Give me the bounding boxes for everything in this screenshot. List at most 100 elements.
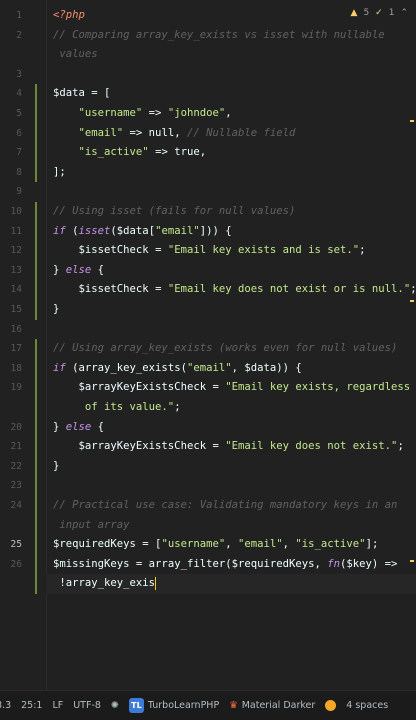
code-text: "is_active" => true,: [53, 143, 207, 163]
code-token: "Email key does not exist or is null.": [167, 283, 411, 296]
line-number: 25: [10, 539, 22, 551]
code-line[interactable]: 2 // Comparing array_key_exists vs isset …: [0, 26, 416, 46]
change-marker: [35, 456, 37, 477]
code-token: of its value.": [53, 401, 175, 413]
code-line[interactable]: 19 $arrayKeyExistsCheck = "Email key exi…: [0, 378, 416, 398]
code-editor[interactable]: 1 <?php 2 // Comparing array_key_exists vs …: [0, 0, 416, 690]
code-token: ,: [282, 538, 296, 551]
code-line[interactable]: 14 $issetCheck = "Email key does not exi…: [0, 280, 416, 300]
code-line[interactable]: 12 $issetCheck = "Email key exists and i…: [0, 241, 416, 261]
line-number: 3: [16, 68, 22, 80]
line-number: 21: [10, 441, 22, 453]
line-number: 15: [10, 304, 22, 315]
code-line[interactable]: 26 $missingKeys = array_filter($requiredK…: [0, 554, 416, 575]
theme-name: Material Darker: [241, 700, 316, 711]
plugin-widget[interactable]: TL TurboLearnPHP: [128, 698, 219, 713]
change-marker: [35, 496, 37, 516]
cursor-position[interactable]: 25:1: [21, 700, 42, 711]
line-number: 23: [10, 480, 22, 492]
code-token: "email": [155, 224, 200, 237]
code-line[interactable]: 23: [0, 476, 416, 496]
code-token: ;: [174, 401, 181, 413]
code-line[interactable]: input array: [0, 515, 416, 536]
code-text: }: [53, 457, 59, 477]
scrollbar[interactable]: [408, 0, 416, 690]
code-line[interactable]: !array_key_exis: [0, 574, 416, 594]
code-line[interactable]: of its value.";: [0, 398, 416, 418]
code-token: <?php: [53, 9, 85, 21]
code-text: "username" => "johndoe",: [53, 104, 232, 124]
code-line[interactable]: 6 "email" => null, // Nullable field: [0, 123, 416, 144]
code-text: $data = [: [53, 84, 110, 104]
code-line[interactable]: 9: [0, 182, 416, 202]
code-token: "johndoe": [167, 107, 226, 119]
code-line[interactable]: values: [0, 45, 416, 65]
code-text: } else {: [53, 261, 104, 281]
change-marker: [35, 221, 37, 242]
chevron-up-icon[interactable]: ⌃: [400, 8, 408, 18]
inspection-widget[interactable]: ▲ 5 ✓ 1 ⌃: [351, 8, 408, 18]
code-token: (array_key_exists(: [65, 361, 187, 374]
code-token: =: [206, 440, 226, 453]
code-token: (: [65, 224, 79, 237]
code-token: $data: [53, 87, 85, 100]
line-number: 13: [10, 264, 22, 276]
line-ending[interactable]: LF: [52, 700, 63, 711]
code-token: ];: [365, 538, 379, 551]
code-token: {: [91, 263, 105, 276]
code-line[interactable]: 24 // Practical use case: Validating mand…: [0, 496, 416, 516]
code-line[interactable]: 8];: [0, 162, 416, 183]
status-dot-icon[interactable]: [325, 700, 337, 711]
change-marker: [35, 300, 37, 320]
code-line[interactable]: 22}: [0, 456, 416, 477]
bug-icon[interactable]: ✺: [111, 700, 119, 711]
code-line[interactable]: 5 "username" => "johndoe",: [0, 104, 416, 124]
code-token: isset: [78, 224, 111, 237]
code-text: $missingKeys = array_filter($requiredKey…: [53, 555, 397, 575]
code-line[interactable]: 16: [0, 320, 416, 340]
code-line[interactable]: 18 if (array_key_exists("email", $data)) …: [0, 358, 416, 379]
code-text: input array: [53, 516, 130, 536]
code-line[interactable]: 11 if (isset($data["email"])) {: [0, 221, 416, 242]
file-encoding[interactable]: UTF-8: [73, 700, 101, 711]
code-token: "email": [237, 538, 283, 551]
change-marker: [35, 143, 37, 163]
change-marker: [35, 260, 37, 281]
code-line[interactable]: 25 $requiredKeys = ["username", "email", …: [0, 535, 416, 555]
theme-icon: ♛: [229, 700, 238, 711]
code-text: "email" => null, // Nullable field: [53, 124, 296, 144]
code-line[interactable]: 3: [0, 65, 416, 85]
code-token: else: [65, 263, 92, 276]
line-number: 4: [16, 88, 22, 100]
code-token: ])) {: [199, 224, 232, 237]
change-marker: [35, 84, 37, 104]
code-line[interactable]: 20} else {: [0, 417, 416, 438]
code-token: ,: [225, 538, 238, 551]
change-marker: [35, 535, 37, 555]
code-token: "email": [186, 361, 232, 374]
code-token: $missingKeys: [53, 557, 130, 570]
line-number: 16: [10, 323, 22, 335]
code-text: // Practical use case: Validating mandat…: [53, 496, 397, 516]
code-line[interactable]: 17 // Using array_key_exists (works even …: [0, 339, 416, 359]
change-marker: [35, 280, 37, 300]
code-token: else: [65, 420, 92, 433]
code-line[interactable]: 4 $data = [: [0, 84, 416, 104]
code-line[interactable]: 21 $arrayKeyExistsCheck = "Email key doe…: [0, 437, 416, 457]
code-line[interactable]: 10 // Using isset (fails for null values): [0, 202, 416, 222]
code-token: => true,: [148, 146, 207, 159]
code-text: if (array_key_exists("email", $data)) {: [53, 359, 302, 379]
code-line[interactable]: 15}: [0, 300, 416, 320]
code-text: $issetCheck = "Email key exists and is s…: [53, 241, 366, 261]
indent-setting[interactable]: 4 spaces: [346, 700, 388, 711]
code-line[interactable]: 7 "is_active" => true,: [0, 143, 416, 163]
theme-widget[interactable]: ♛ Material Darker: [229, 700, 315, 711]
code-token: =: [148, 283, 168, 296]
code-token: input array: [53, 518, 130, 531]
line-number: 24: [10, 500, 22, 511]
status-partial[interactable]: 8.3: [0, 700, 11, 711]
code-line[interactable]: 13 } else {: [0, 260, 416, 281]
code-text: $issetCheck = "Email key does not exist …: [53, 280, 416, 300]
code-token: ,: [225, 107, 232, 119]
